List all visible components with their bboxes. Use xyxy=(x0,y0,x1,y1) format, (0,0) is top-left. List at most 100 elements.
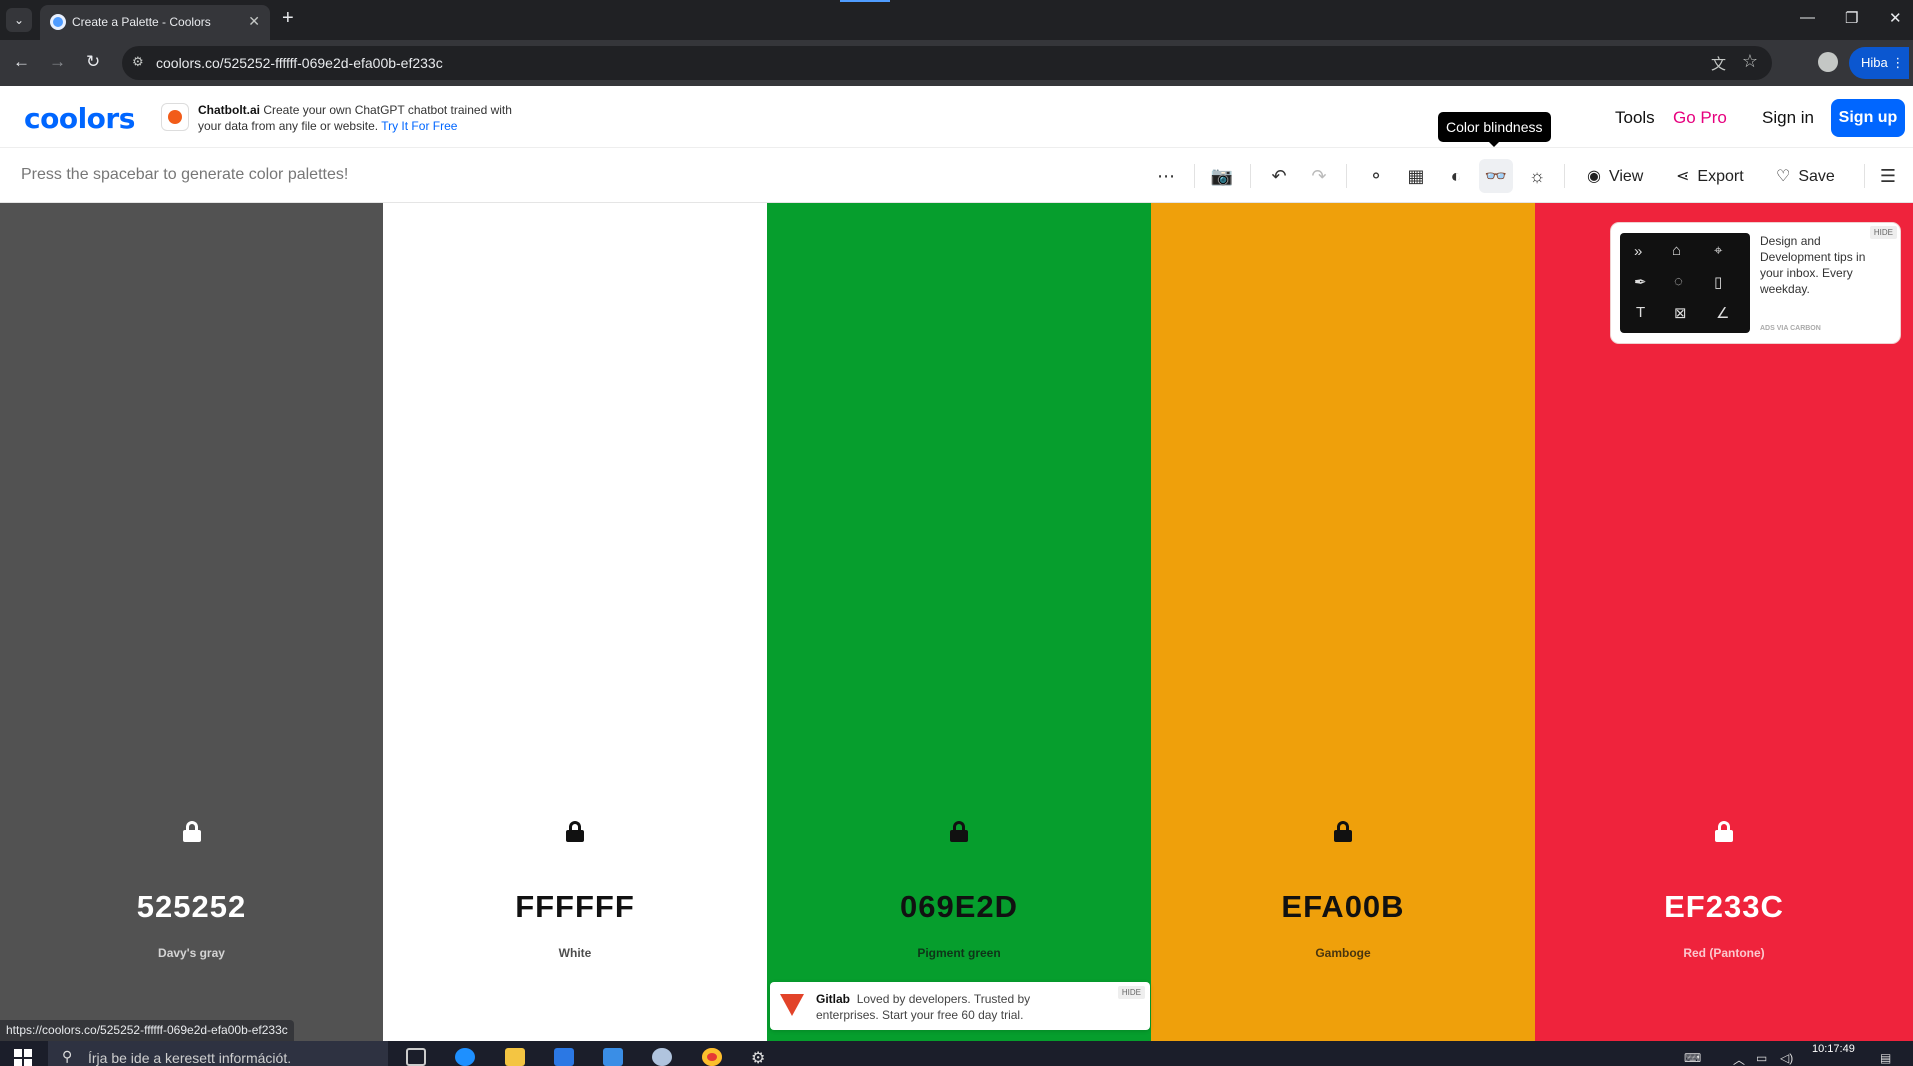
hex-code[interactable]: 525252 xyxy=(0,889,383,925)
pen-icon: ✒ xyxy=(1634,274,1647,291)
coolors-logo[interactable]: coolors xyxy=(24,102,135,135)
ads-via-carbon[interactable]: ADS VIA CARBON xyxy=(1760,325,1821,332)
profile-name: Hiba xyxy=(1861,55,1888,70)
tab-indicator xyxy=(840,0,890,2)
text-icon: T xyxy=(1636,304,1646,321)
color-swatch[interactable]: 069E2D Pigment green xyxy=(767,203,1151,1041)
carbon-ad[interactable]: » ⌂ ⌖ ✒ ◌ ▯ T ⊠ ∠ Design and Development… xyxy=(1611,223,1900,343)
omnibox[interactable]: ⚙ coolors.co/525252-ffffff-069e2d-efa00b… xyxy=(122,46,1772,80)
file-explorer-icon[interactable] xyxy=(505,1048,525,1066)
hex-code[interactable]: 069E2D xyxy=(767,889,1151,925)
paint-icon[interactable] xyxy=(652,1048,672,1066)
gitlab-brand: Gitlab xyxy=(816,992,851,1006)
color-swatch[interactable]: FFFFFF White xyxy=(383,203,767,1041)
translate-icon[interactable]: 文 xyxy=(1711,53,1726,74)
grid-icon[interactable]: ▦ xyxy=(1403,163,1429,189)
gitlab-ad-text[interactable]: Gitlab Loved by developers. Trusted by e… xyxy=(816,991,1096,1023)
color-swatch[interactable]: 525252 Davy's gray xyxy=(0,203,383,1041)
minimize-icon[interactable]: — xyxy=(1800,9,1815,26)
restore-icon[interactable]: ❐ xyxy=(1845,9,1858,27)
brightness-icon[interactable]: ☼ xyxy=(1524,163,1550,189)
notifications-icon[interactable]: ▤ xyxy=(1880,1051,1891,1065)
shapes-icon[interactable]: ⚬ xyxy=(1363,163,1389,189)
menu-icon[interactable]: ☰ xyxy=(1875,163,1901,189)
go-pro-link[interactable]: Go Pro xyxy=(1673,108,1727,128)
hide-ad-button[interactable]: HIDE xyxy=(1117,986,1145,999)
site-info-icon[interactable]: ⚙ xyxy=(132,54,148,70)
export-label: Export xyxy=(1697,168,1744,185)
hex-code[interactable]: FFFFFF xyxy=(383,889,767,925)
divider xyxy=(1564,164,1565,188)
more-options-icon[interactable]: ⋯ xyxy=(1153,163,1179,189)
edge-icon[interactable] xyxy=(455,1048,475,1066)
store-icon[interactable] xyxy=(554,1048,574,1066)
bookmark-star-icon[interactable]: ☆ xyxy=(1742,51,1758,72)
new-tab-button[interactable]: + xyxy=(282,7,294,30)
profile-button[interactable]: Hiba ⋮ xyxy=(1849,47,1909,79)
address-bar-row: ← → ↻ ⚙ coolors.co/525252-ffffff-069e2d-… xyxy=(0,40,1913,86)
ad-image[interactable]: » ⌂ ⌖ ✒ ◌ ▯ T ⊠ ∠ xyxy=(1620,233,1750,333)
lock-icon[interactable] xyxy=(1334,821,1352,842)
color-name: Pigment green xyxy=(917,946,1001,960)
hex-code[interactable]: EF233C xyxy=(1535,889,1913,925)
keyboard-icon[interactable]: ⌨ xyxy=(1684,1051,1701,1065)
lock-icon[interactable] xyxy=(182,821,201,842)
save-button[interactable]: ♡ Save xyxy=(1776,166,1835,186)
eye-icon: ◉ xyxy=(1587,168,1601,185)
tray-chevron-icon[interactable]: ︿ xyxy=(1733,1051,1745,1066)
close-window-icon[interactable]: ✕ xyxy=(1889,9,1902,27)
hex-code[interactable]: EFA00B xyxy=(1151,889,1535,925)
angle-icon: ∠ xyxy=(1716,305,1730,322)
windows-taskbar: ⚲ Írja be ide a keresett információt. ⚙ … xyxy=(0,1041,1913,1066)
volume-icon[interactable]: ◁) xyxy=(1780,1051,1793,1065)
network-icon[interactable]: ▭ xyxy=(1756,1051,1767,1065)
chatbolt-logo-icon[interactable] xyxy=(161,103,189,131)
mail-icon[interactable] xyxy=(603,1048,623,1066)
color-blindness-icon[interactable]: 👓 xyxy=(1479,159,1513,193)
tab-title: Create a Palette - Coolors xyxy=(72,15,211,29)
lock-icon[interactable] xyxy=(1715,821,1733,842)
export-button[interactable]: ⋖ Export xyxy=(1676,166,1744,186)
close-tab-icon[interactable]: ✕ xyxy=(248,13,260,30)
camera-icon[interactable]: 📷 xyxy=(1209,163,1235,189)
contrast-icon[interactable]: ◐ xyxy=(1443,163,1469,189)
reload-icon[interactable]: ↻ xyxy=(86,52,100,72)
taskbar-clock[interactable]: 10:17:49 xyxy=(1812,1043,1855,1056)
divider xyxy=(1346,164,1347,188)
task-view-icon[interactable] xyxy=(406,1048,426,1066)
forward-icon[interactable]: → xyxy=(49,52,66,72)
view-button[interactable]: ◉ View xyxy=(1587,166,1643,186)
ad-cta-link[interactable]: Try It For Free xyxy=(381,119,457,133)
windows-start-icon[interactable] xyxy=(14,1049,32,1066)
color-name: Gamboge xyxy=(1315,946,1371,960)
undo-icon[interactable]: ↶ xyxy=(1266,163,1292,189)
account-icon[interactable] xyxy=(1818,52,1838,72)
sign-up-button[interactable]: Sign up xyxy=(1831,99,1905,137)
back-icon[interactable]: ← xyxy=(13,52,30,72)
chrome-icon[interactable] xyxy=(702,1048,722,1066)
view-label: View xyxy=(1608,168,1644,185)
color-swatch[interactable]: EFA00B Gamboge xyxy=(1151,203,1535,1041)
sign-in-link[interactable]: Sign in xyxy=(1762,108,1814,128)
redo-icon[interactable]: ↷ xyxy=(1306,163,1332,189)
taskbar-search[interactable]: ⚲ Írja be ide a keresett információt. xyxy=(48,1041,388,1066)
lock-icon[interactable] xyxy=(950,821,968,842)
header-ad[interactable]: Chatbolt.ai Create your own ChatGPT chat… xyxy=(198,102,538,134)
hide-ad-button[interactable]: HIDE xyxy=(1869,226,1897,239)
tools-link[interactable]: Tools xyxy=(1615,108,1655,128)
color-name: Davy's gray xyxy=(158,946,225,960)
lock-icon[interactable] xyxy=(566,821,584,842)
settings-gear-icon[interactable]: ⚙ xyxy=(751,1048,771,1066)
color-name: White xyxy=(558,946,592,960)
divider xyxy=(1250,164,1251,188)
divider xyxy=(1194,164,1195,188)
tab-search-button[interactable]: ⌄ xyxy=(6,8,32,32)
browser-tab[interactable]: Create a Palette - Coolors ✕ xyxy=(40,5,270,40)
home-icon: ⌂ xyxy=(1672,242,1682,259)
url-text[interactable]: coolors.co/525252-ffffff-069e2d-efa00b-e… xyxy=(156,55,443,71)
palette-toolbar: Press the spacebar to generate color pal… xyxy=(0,148,1913,203)
carbon-ad-text[interactable]: Design and Development tips in your inbo… xyxy=(1760,233,1885,297)
gitlab-ad[interactable]: Gitlab Loved by developers. Trusted by e… xyxy=(770,982,1150,1030)
spacebar-hint: Press the spacebar to generate color pal… xyxy=(21,166,349,183)
ad-brand: Chatbolt.ai xyxy=(198,103,260,117)
